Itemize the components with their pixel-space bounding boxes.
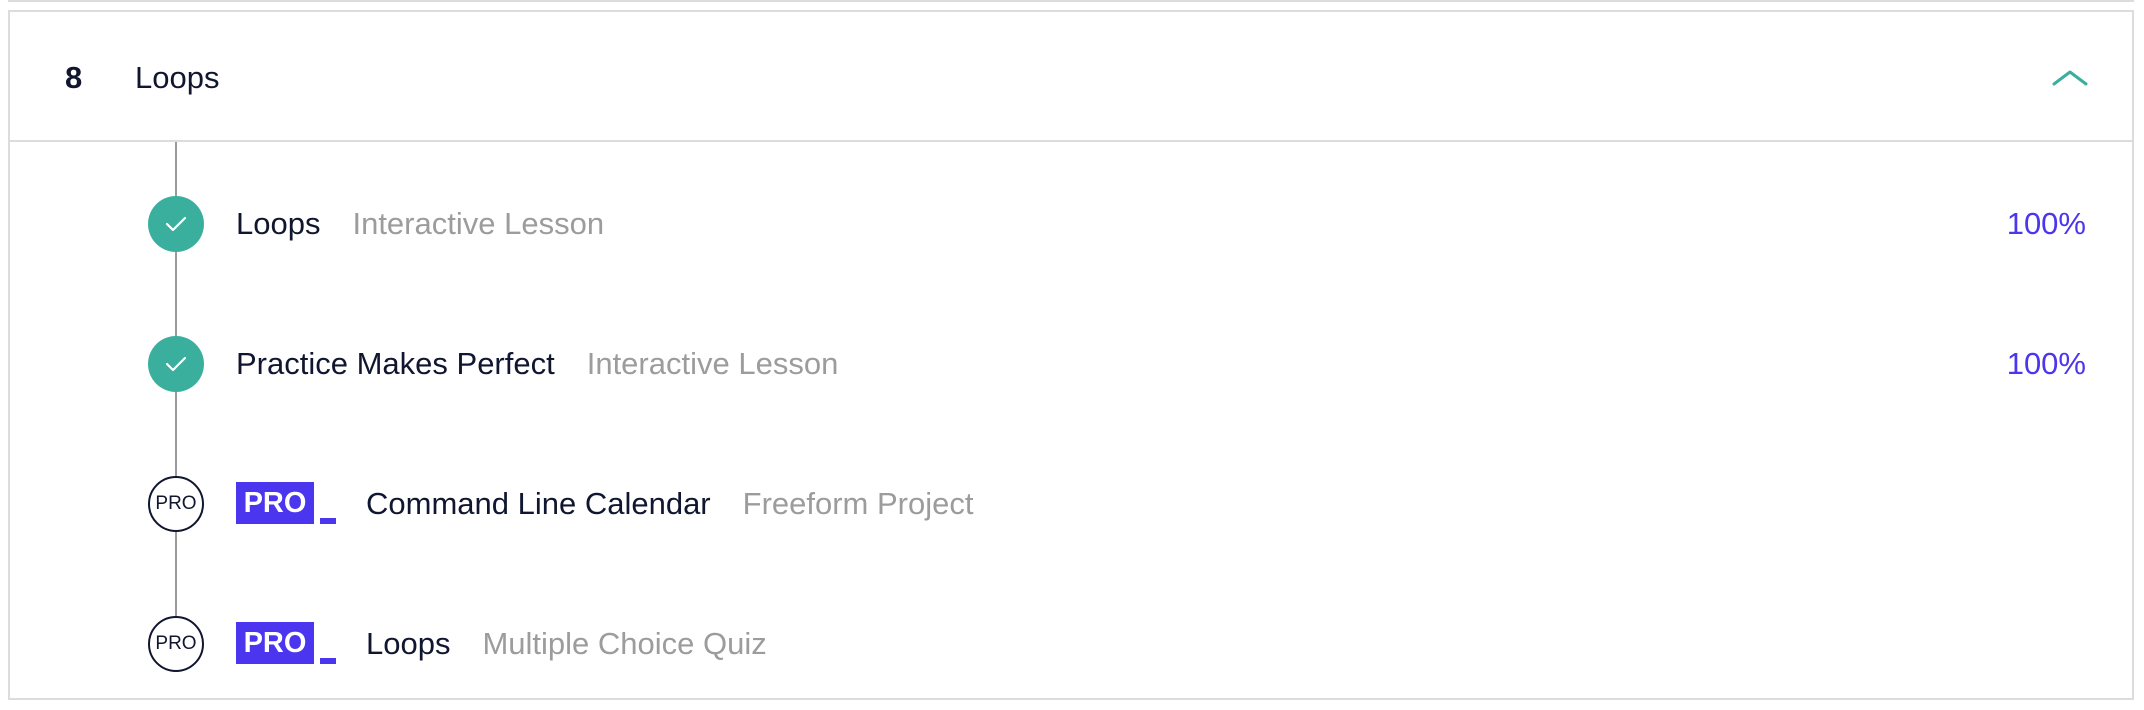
quiz-item[interactable]: PRO PRO Loops Multiple Choice Quiz — [10, 614, 2132, 674]
check-icon — [165, 216, 187, 232]
completed-marker — [148, 196, 204, 252]
quiz-type: Multiple Choice Quiz — [482, 626, 767, 661]
quiz-title: Loops — [366, 626, 451, 661]
pro-badge: PRO — [236, 622, 336, 666]
pro-badge: PRO — [236, 482, 336, 526]
lesson-progress: 100% — [2006, 346, 2086, 381]
check-icon — [165, 356, 187, 372]
project-item[interactable]: PRO PRO Command Line Calendar Freeform P… — [10, 474, 2132, 534]
completed-marker — [148, 336, 204, 392]
lesson-progress: 100% — [2006, 206, 2086, 241]
lesson-title: Loops — [236, 206, 321, 241]
chevron-up-icon — [2052, 70, 2088, 86]
collapse-button[interactable] — [2048, 56, 2092, 100]
pro-marker: PRO — [148, 476, 204, 532]
pro-badge-label: PRO — [236, 482, 314, 524]
section-header[interactable]: 8 Loops — [10, 12, 2132, 142]
lesson-item[interactable]: Practice Makes Perfect Interactive Lesso… — [10, 334, 2132, 394]
section-number: 8 — [65, 60, 83, 95]
project-type: Freeform Project — [742, 486, 974, 521]
lesson-type: Interactive Lesson — [352, 206, 605, 241]
pro-badge-cursor — [320, 658, 336, 664]
lesson-type: Interactive Lesson — [586, 346, 839, 381]
lesson-title: Practice Makes Perfect — [236, 346, 555, 381]
top-divider — [8, 0, 2134, 2]
section-card: 8 Loops Loops Interactive Lesson 100% Pr… — [8, 10, 2134, 700]
lesson-item[interactable]: Loops Interactive Lesson 100% — [10, 194, 2132, 254]
pro-marker: PRO — [148, 616, 204, 672]
pro-badge-cursor — [320, 518, 336, 524]
section-title: Loops — [135, 60, 220, 95]
project-title: Command Line Calendar — [366, 486, 711, 521]
pro-badge-label: PRO — [236, 622, 314, 664]
